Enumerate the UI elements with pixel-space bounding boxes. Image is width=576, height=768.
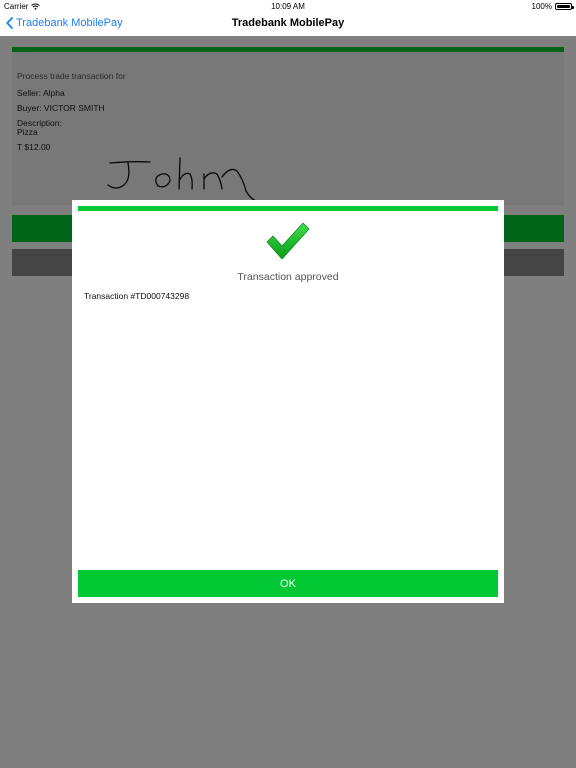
checkmark-icon [266, 222, 310, 260]
status-bar: Carrier 10:09 AM 100% [0, 0, 576, 12]
battery-indicator: 100% [531, 2, 574, 11]
clock: 10:09 AM [271, 2, 305, 11]
approval-status: Transaction approved [237, 271, 339, 283]
page-title: Tradebank MobilePay [231, 17, 345, 29]
battery-icon [555, 3, 574, 10]
approval-dialog: Transaction approved Transaction #TD0007… [72, 200, 504, 603]
navigation-bar: Tradebank MobilePay Tradebank MobilePay [0, 12, 576, 36]
transaction-number: Transaction #TD000743298 [84, 291, 190, 301]
dialog-accent-bar [78, 206, 498, 211]
ok-button[interactable]: OK [78, 570, 498, 597]
battery-percent: 100% [531, 2, 552, 11]
